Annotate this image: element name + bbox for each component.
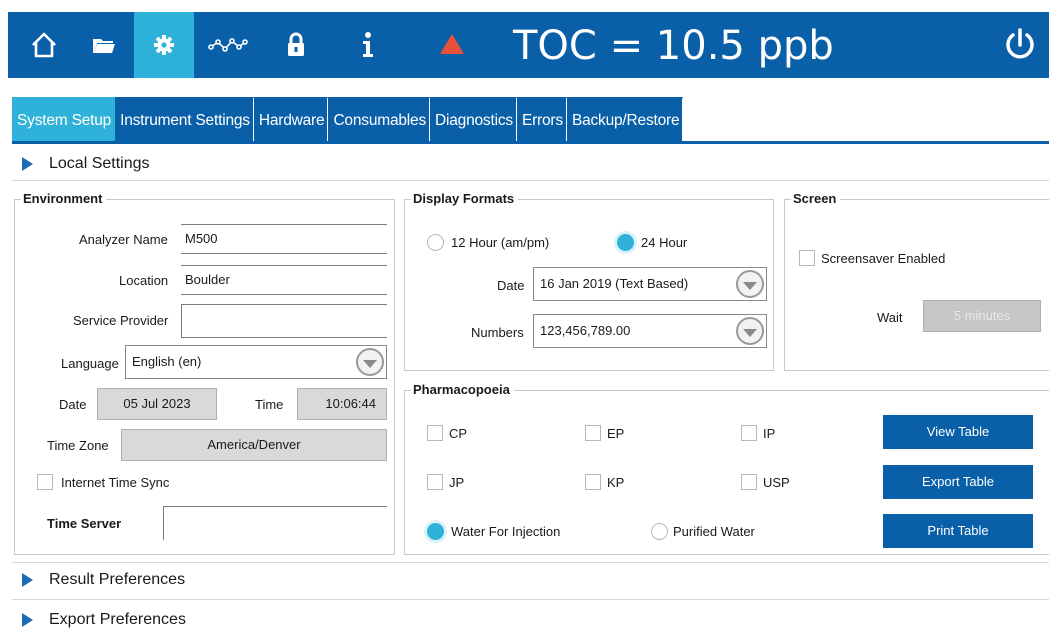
result-preferences-label: Result Preferences [49,571,186,588]
language-value: English (en) [132,354,202,369]
jp-label: JP [449,475,465,490]
local-settings-header[interactable]: Local Settings [22,151,150,177]
location-input[interactable]: Boulder [181,265,387,295]
hour12-radio[interactable] [427,234,444,251]
hour24-radio[interactable] [617,234,634,251]
folder-icon[interactable] [74,12,134,78]
kp-label: KP [607,475,625,490]
date-button[interactable]: 05 Jul 2023 [97,388,217,420]
date-label: Date [59,397,87,412]
result-preferences-header[interactable]: Result Preferences [22,567,185,593]
display-formats-group: Display Formats 12 Hour (am/pm) 24 Hour … [404,191,774,371]
tab-backup-restore[interactable]: Backup/Restore [566,97,684,141]
internet-time-sync-checkbox[interactable] [37,474,53,490]
hour24-label: 24 Hour [641,235,688,250]
cp-label: CP [449,426,468,441]
water-for-injection-radio[interactable] [427,523,444,540]
tab-bar: System Setup Instrument Settings Hardwar… [12,97,684,141]
tab-instrument-settings[interactable]: Instrument Settings [115,97,254,141]
divider [12,599,1049,600]
ip-label: IP [763,426,776,441]
service-provider-input[interactable] [181,304,387,338]
location-label: Location [119,273,169,288]
time-server-input[interactable] [163,506,387,540]
expand-arrow-icon [22,573,33,587]
tab-system-setup[interactable]: System Setup [12,97,116,141]
cp-checkbox[interactable] [427,425,443,441]
screen-group: Screen Screensaver Enabled Wait 5 minute… [784,191,1049,371]
language-select[interactable]: English (en) [125,345,387,379]
numbers-format-select[interactable]: 123,456,789.00 [533,314,767,348]
print-table-button[interactable]: Print Table [883,514,1033,548]
export-preferences-label: Export Preferences [49,611,186,628]
time-server-label: Time Server [47,516,122,531]
wait-button[interactable]: 5 minutes [923,300,1041,332]
top-bar: TOC = 10.5 ppb [8,12,1049,78]
divider [12,180,1049,181]
screensaver-label: Screensaver Enabled [821,251,946,266]
chevron-down-icon[interactable] [356,348,384,376]
ep-checkbox[interactable] [585,425,601,441]
date-format-select[interactable]: 16 Jan 2019 (Text Based) [533,267,767,301]
timezone-button[interactable]: America/Denver [121,429,387,461]
wait-label: Wait [877,310,903,325]
time-button[interactable]: 10:06:44 [297,388,387,420]
usp-checkbox[interactable] [741,474,757,490]
tab-consumables[interactable]: Consumables [328,97,431,141]
expand-arrow-icon [22,157,33,171]
power-icon[interactable] [1001,26,1039,64]
alarm-icon[interactable] [440,34,464,54]
environment-group: Environment Analyzer Name M500 Location … [14,191,395,555]
hour12-label: 12 Hour (am/pm) [451,235,550,250]
tab-diagnostics[interactable]: Diagnostics [430,97,517,141]
ep-label: EP [607,426,625,441]
local-settings-label: Local Settings [49,155,150,172]
date-format-label: Date [497,278,525,293]
ip-checkbox[interactable] [741,425,757,441]
timezone-label: Time Zone [47,438,109,453]
tab-hardware[interactable]: Hardware [253,97,329,141]
info-icon[interactable] [338,12,398,78]
environment-title: Environment [21,191,107,206]
pharmacopoeia-title: Pharmacopoeia [411,382,514,397]
expand-arrow-icon [22,613,33,627]
screen-title: Screen [791,191,841,206]
analyzer-name-input[interactable]: M500 [181,224,387,254]
service-provider-label: Service Provider [73,313,169,328]
tab-underline [12,141,1049,144]
time-label: Time [255,397,284,412]
kp-checkbox[interactable] [585,474,601,490]
chevron-down-icon[interactable] [736,317,764,345]
internet-time-sync-label: Internet Time Sync [61,475,170,490]
numbers-format-value: 123,456,789.00 [540,323,631,338]
export-table-button[interactable]: Export Table [883,465,1033,499]
view-table-button[interactable]: View Table [883,415,1033,449]
display-formats-title: Display Formats [411,191,519,206]
jp-checkbox[interactable] [427,474,443,490]
language-label: Language [61,356,119,371]
export-preferences-header[interactable]: Export Preferences [22,607,186,632]
numbers-format-label: Numbers [471,325,524,340]
purified-water-label: Purified Water [673,524,755,539]
purified-water-radio[interactable] [651,523,668,540]
lock-icon[interactable] [266,12,326,78]
tab-errors[interactable]: Errors [516,97,567,141]
pharmacopoeia-group: Pharmacopoeia CP EP IP View Table JP KP … [404,382,1049,555]
gear-icon[interactable] [134,12,194,78]
water-for-injection-label: Water For Injection [451,524,561,539]
screensaver-checkbox[interactable] [799,250,815,266]
home-icon[interactable] [14,12,74,78]
usp-label: USP [763,475,790,490]
analyzer-name-label: Analyzer Name [79,232,168,247]
trend-icon[interactable] [198,12,258,78]
chevron-down-icon[interactable] [736,270,764,298]
divider [12,562,1049,563]
toc-reading: TOC = 10.5 ppb [513,23,834,69]
date-format-value: 16 Jan 2019 (Text Based) [540,276,689,291]
